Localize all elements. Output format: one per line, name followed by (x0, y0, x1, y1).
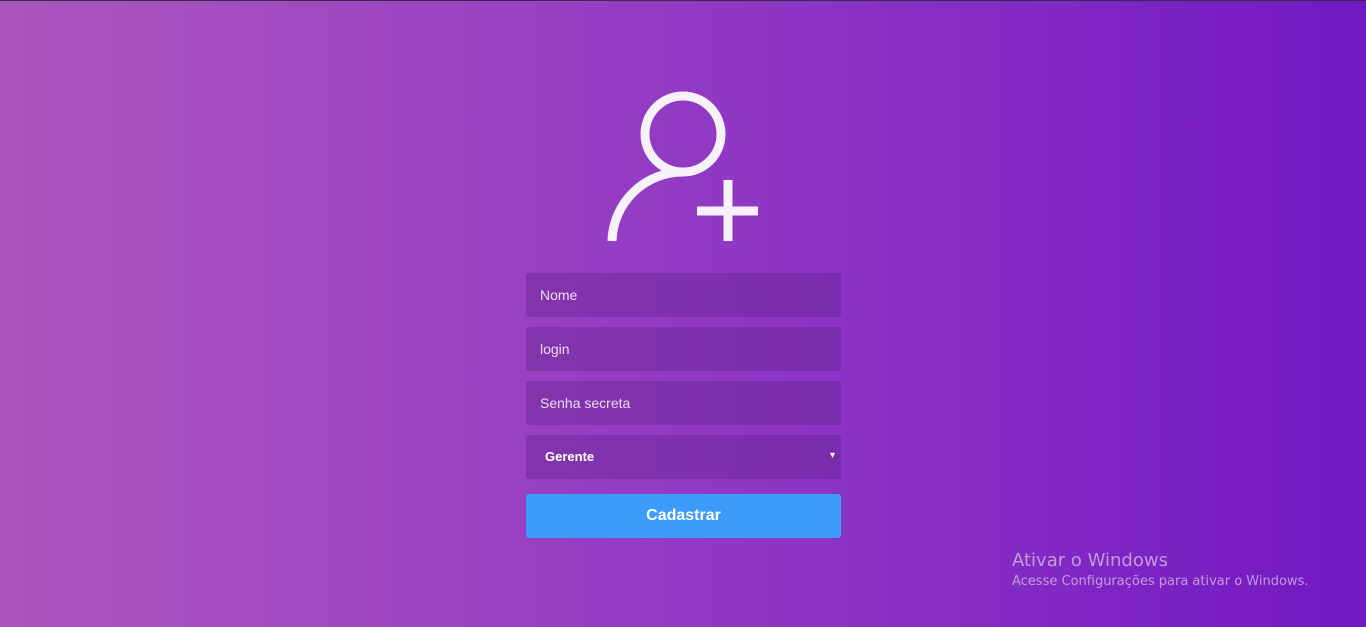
register-form: Gerente ▾ Cadastrar (526, 273, 841, 538)
role-select-value: Gerente (545, 449, 595, 464)
register-button[interactable]: Cadastrar (526, 494, 841, 538)
watermark-subtitle: Acesse Configurações para ativar o Windo… (1012, 574, 1309, 589)
windows-activation-watermark: Ativar o Windows Acesse Configurações pa… (1012, 550, 1308, 589)
role-select[interactable]: Gerente ▾ (526, 435, 841, 479)
add-user-icon (607, 91, 758, 242)
watermark-title: Ativar o Windows (1012, 550, 1168, 571)
login-input[interactable] (526, 327, 841, 371)
chevron-down-icon: ▾ (829, 450, 835, 461)
name-input[interactable] (526, 273, 841, 317)
password-input[interactable] (526, 381, 841, 425)
